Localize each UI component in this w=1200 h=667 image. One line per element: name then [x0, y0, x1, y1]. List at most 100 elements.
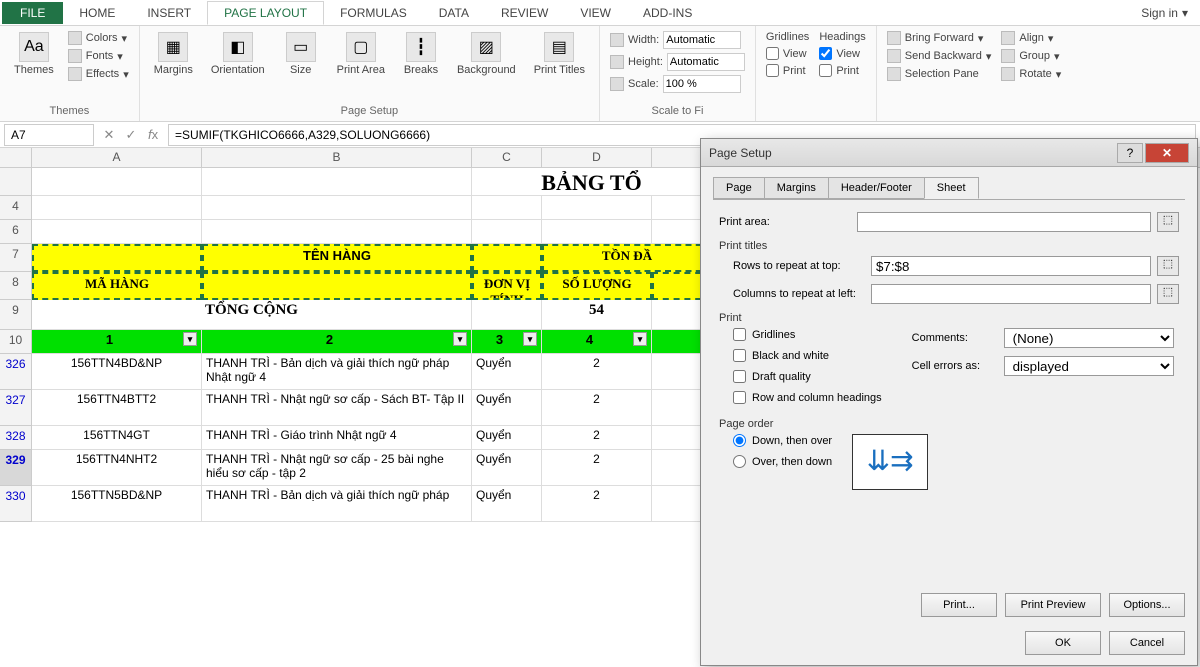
fonts-button[interactable]: Fonts ▾	[66, 48, 131, 64]
print-area-picker[interactable]: ⬚	[1157, 212, 1179, 232]
bring-forward-button[interactable]: Bring Forward ▾	[885, 30, 994, 46]
row-hdr[interactable]: 329	[0, 450, 32, 486]
row-hdr-10[interactable]: 10	[0, 330, 32, 354]
col-B[interactable]: B	[202, 148, 472, 167]
cell-qty[interactable]: 2	[542, 486, 652, 522]
cancel-formula-button[interactable]: ✕	[98, 124, 120, 146]
row-hdr-7[interactable]: 7	[0, 244, 32, 272]
gridlines-check[interactable]	[733, 328, 746, 341]
row-col-headings-check[interactable]	[733, 391, 746, 404]
over-then-down-radio[interactable]	[733, 455, 746, 468]
tab-review[interactable]: REVIEW	[485, 2, 564, 24]
cell-code[interactable]: 156TTN4BTT2	[32, 390, 202, 426]
scale-spinner[interactable]	[663, 75, 741, 93]
cell-qty[interactable]: 2	[542, 390, 652, 426]
print-area-input[interactable]	[857, 212, 1151, 232]
gridlines-print-check[interactable]	[766, 64, 779, 77]
row-hdr[interactable]: 330	[0, 486, 32, 522]
cols-repeat-picker[interactable]: ⬚	[1157, 284, 1179, 304]
filter-1[interactable]: 1▾	[32, 330, 202, 354]
close-button[interactable]: ✕	[1145, 143, 1189, 163]
height-select[interactable]	[667, 53, 745, 71]
row-hdr[interactable]: 326	[0, 354, 32, 390]
print-preview-button[interactable]: Print Preview	[1005, 593, 1101, 617]
selection-pane-button[interactable]: Selection Pane	[885, 66, 994, 82]
filter-2[interactable]: 2▾	[202, 330, 472, 354]
rows-repeat-input[interactable]	[871, 256, 1151, 276]
col-D[interactable]: D	[542, 148, 652, 167]
cell-unit[interactable]: Quyển	[472, 426, 542, 450]
down-then-over-radio[interactable]	[733, 434, 746, 447]
tab-insert[interactable]: INSERT	[131, 2, 207, 24]
print-button[interactable]: Print...	[921, 593, 997, 617]
col-C[interactable]: C	[472, 148, 542, 167]
fx-button[interactable]: fx	[142, 124, 164, 146]
row-hdr-9[interactable]: 9	[0, 300, 32, 330]
row-hdr-4[interactable]: 4	[0, 196, 32, 220]
margins-button[interactable]: ▦Margins	[148, 30, 199, 78]
cell-name[interactable]: THANH TRÌ - Giáo trình Nhật ngữ 4	[202, 426, 472, 450]
row-hdr[interactable]	[0, 168, 32, 196]
gridlines-view-check[interactable]	[766, 47, 779, 60]
tab-header-footer[interactable]: Header/Footer	[828, 177, 925, 199]
align-button[interactable]: Align ▾	[999, 30, 1063, 46]
cols-repeat-input[interactable]	[871, 284, 1151, 304]
cell-qty[interactable]: 2	[542, 450, 652, 486]
dialog-titlebar[interactable]: Page Setup ? ✕	[701, 139, 1197, 167]
filter-3[interactable]: 3▾	[472, 330, 542, 354]
tab-page[interactable]: Page	[713, 177, 765, 199]
tab-file[interactable]: FILE	[2, 2, 63, 24]
effects-button[interactable]: Effects ▾	[66, 66, 131, 82]
tab-formulas[interactable]: FORMULAS	[324, 2, 423, 24]
cell-unit[interactable]: Quyển	[472, 354, 542, 390]
headings-view-check[interactable]	[819, 47, 832, 60]
themes-button[interactable]: AaThemes	[8, 30, 60, 78]
row-hdr[interactable]: 327	[0, 390, 32, 426]
options-button[interactable]: Options...	[1109, 593, 1185, 617]
cancel-button[interactable]: Cancel	[1109, 631, 1185, 655]
bw-check[interactable]	[733, 349, 746, 362]
tab-data[interactable]: DATA	[423, 2, 485, 24]
cell-name[interactable]: THANH TRÌ - Nhật ngữ sơ cấp - Sách BT- T…	[202, 390, 472, 426]
draft-check[interactable]	[733, 370, 746, 383]
tab-page-layout[interactable]: PAGE LAYOUT	[207, 1, 324, 25]
tab-addins[interactable]: ADD-INS	[627, 2, 708, 24]
tab-home[interactable]: HOME	[63, 2, 131, 24]
cell-code[interactable]: 156TTN4NHT2	[32, 450, 202, 486]
width-select[interactable]	[663, 31, 741, 49]
headings-print-check[interactable]	[819, 64, 832, 77]
send-backward-button[interactable]: Send Backward ▾	[885, 48, 994, 64]
print-titles-button[interactable]: ▤Print Titles	[528, 30, 591, 78]
errors-select[interactable]: displayed	[1004, 356, 1174, 376]
background-button[interactable]: ▨Background	[451, 30, 522, 78]
accept-formula-button[interactable]: ✓	[120, 124, 142, 146]
comments-select[interactable]: (None)	[1004, 328, 1174, 348]
rotate-button[interactable]: Rotate ▾	[999, 66, 1063, 82]
rows-repeat-picker[interactable]: ⬚	[1157, 256, 1179, 276]
cell-unit[interactable]: Quyển	[472, 486, 542, 522]
breaks-button[interactable]: ┇Breaks	[397, 30, 445, 78]
sign-in-link[interactable]: Sign in▾	[1129, 2, 1200, 24]
filter-4[interactable]: 4▾	[542, 330, 652, 354]
cell-name[interactable]: THANH TRÌ - Nhật ngữ sơ cấp - 25 bài ngh…	[202, 450, 472, 486]
cell-name[interactable]: THANH TRÌ - Bản dịch và giải thích ngữ p…	[202, 354, 472, 390]
row-hdr-6[interactable]: 6	[0, 220, 32, 244]
cell-code[interactable]: 156TTN4BD&NP	[32, 354, 202, 390]
tab-sheet[interactable]: Sheet	[924, 177, 979, 199]
cell-code[interactable]: 156TTN4GT	[32, 426, 202, 450]
cell-qty[interactable]: 2	[542, 426, 652, 450]
cell-name[interactable]: THANH TRÌ - Bản dịch và giải thích ngữ p…	[202, 486, 472, 522]
select-all-corner[interactable]	[0, 148, 32, 167]
name-box[interactable]	[4, 124, 94, 146]
row-hdr-8[interactable]: 8	[0, 272, 32, 300]
print-area-button[interactable]: ▢Print Area	[331, 30, 391, 78]
row-hdr[interactable]: 328	[0, 426, 32, 450]
cell-code[interactable]: 156TTN5BD&NP	[32, 486, 202, 522]
col-A[interactable]: A	[32, 148, 202, 167]
tab-margins[interactable]: Margins	[764, 177, 829, 199]
cell-unit[interactable]: Quyển	[472, 390, 542, 426]
cell-qty[interactable]: 2	[542, 354, 652, 390]
size-button[interactable]: ▭Size	[277, 30, 325, 78]
group-button[interactable]: Group ▾	[999, 48, 1063, 64]
ok-button[interactable]: OK	[1025, 631, 1101, 655]
